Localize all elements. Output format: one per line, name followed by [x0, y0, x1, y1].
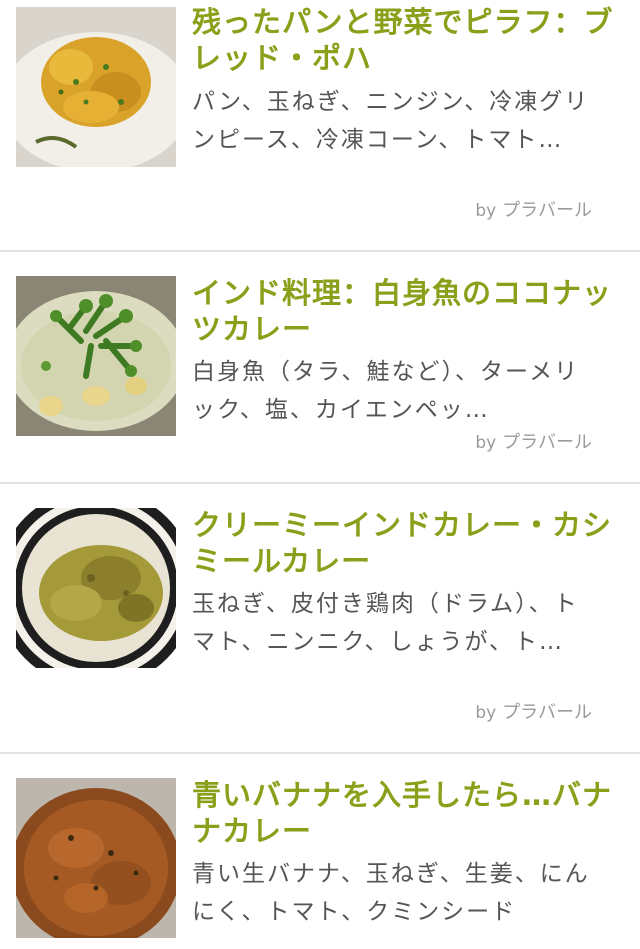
- recipe-author[interactable]: by プラバール: [475, 702, 592, 724]
- author-name: プラバール: [502, 200, 592, 221]
- recipe-photo[interactable]: [16, 276, 176, 436]
- recipe-ingredients: 青い生バナナ、玉ねぎ、生姜、にんにく、トマト、クミンシード: [192, 861, 590, 925]
- recipe-ingredients: 白身魚（タラ、鮭など）、ターメリック、塩、カイエンペッ…: [192, 359, 580, 423]
- recipe-author[interactable]: by プラバール: [475, 200, 592, 222]
- recipe-photo[interactable]: [16, 778, 176, 938]
- recipe-author[interactable]: by プラバール: [475, 432, 592, 454]
- recipe-ingredients: 玉ねぎ、皮付き鶏肉（ドラム）、トマト、ニンニク、しょうが、ト…: [192, 591, 579, 655]
- author-by-label: by: [475, 703, 497, 723]
- recipe-ingredients: パン、玉ねぎ、ニンジン、冷凍グリンピース、冷凍コーン、トマト…: [192, 89, 590, 153]
- author-name: プラバール: [502, 702, 592, 723]
- recipe-title[interactable]: 残ったパンと野菜でピラフ：ブレッド・ポハ: [192, 4, 622, 76]
- author-by-label: by: [475, 433, 497, 453]
- recipe-item[interactable]: インド料理：白身魚のココナッツカレー 白身魚（タラ、鮭など）、ターメリック、塩、…: [0, 252, 640, 484]
- recipe-photo[interactable]: [16, 7, 176, 167]
- recipe-list: 残ったパンと野菜でピラフ：ブレッド・ポハ パン、玉ねぎ、ニンジン、冷凍グリンピー…: [0, 0, 640, 949]
- author-name: プラバール: [502, 432, 592, 453]
- recipe-item[interactable]: クリーミーインドカレー・カシミールカレー 玉ねぎ、皮付き鶏肉（ドラム）、トマト、…: [0, 484, 640, 754]
- recipe-item[interactable]: 残ったパンと野菜でピラフ：ブレッド・ポハ パン、玉ねぎ、ニンジン、冷凍グリンピー…: [0, 0, 640, 252]
- recipe-title[interactable]: インド料理：白身魚のココナッツカレー: [192, 275, 622, 347]
- recipe-title[interactable]: クリーミーインドカレー・カシミールカレー: [192, 507, 622, 579]
- recipe-photo[interactable]: [16, 508, 176, 668]
- recipe-item[interactable]: 青いバナナを入手したら…バナナカレー 青い生バナナ、玉ねぎ、生姜、にんにく、トマ…: [0, 754, 640, 949]
- recipe-title[interactable]: 青いバナナを入手したら…バナナカレー: [192, 777, 622, 849]
- author-by-label: by: [475, 201, 497, 221]
